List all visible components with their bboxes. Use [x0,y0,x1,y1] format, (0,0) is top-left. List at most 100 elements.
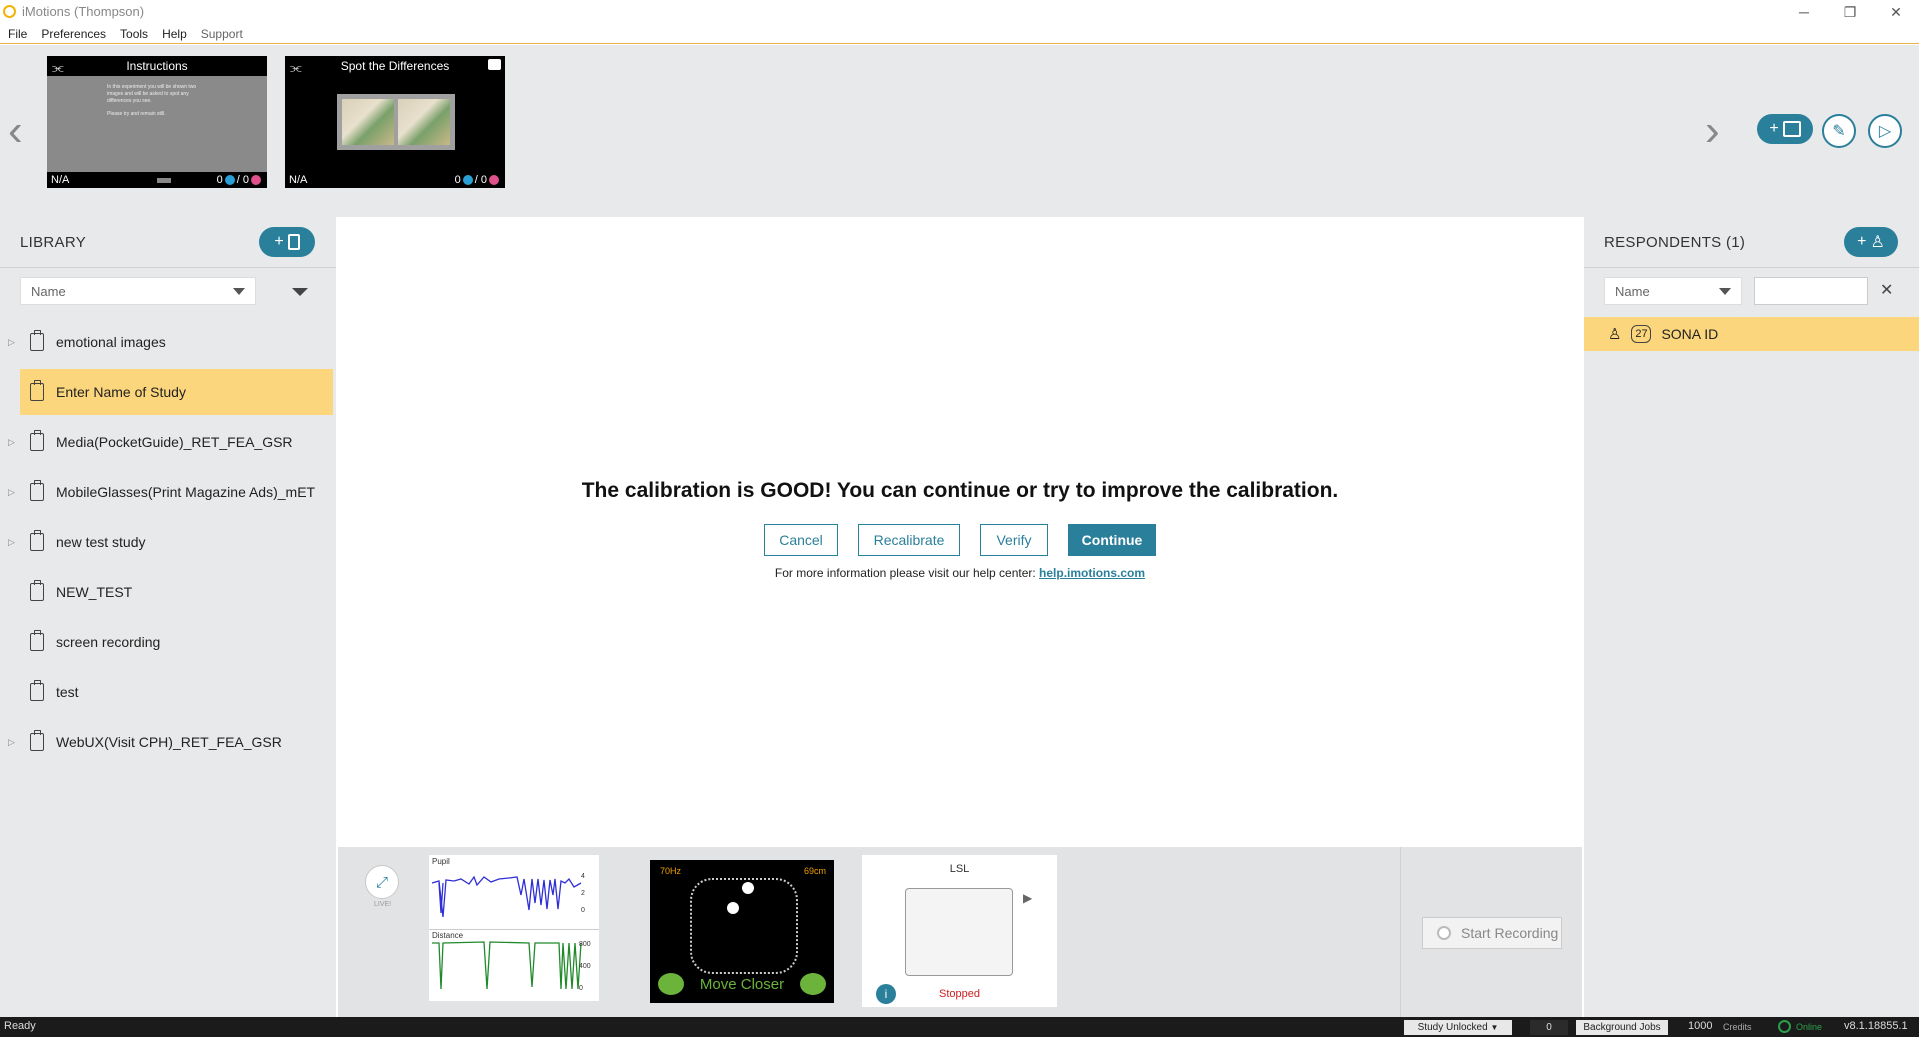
library-item[interactable]: ▷ MobileGlasses(Print Magazine Ads)_mET [8,469,333,515]
person-icon: ♙ [1870,234,1885,251]
respondent-search-input[interactable] [1754,277,1868,305]
clear-search-icon[interactable]: ✕ [1880,280,1893,300]
person-icon: ♙ [1608,326,1622,343]
plus-icon: + [1769,120,1779,137]
library-item[interactable]: ▷ Media(PocketGuide)_RET_FEA_GSR [8,419,333,465]
library-sort-select[interactable]: Name [20,277,256,305]
add-respondent-button[interactable]: + ♙ [1844,227,1898,257]
lsl-title: LSL [949,863,970,875]
expand-arrow-icon[interactable]: ▷ [8,537,15,548]
filter-dropdown-icon[interactable] [292,288,308,296]
count-a: 0 [454,174,461,186]
calibration-stage: The calibration is GOOD! You can continu… [338,217,1582,847]
online-label: Online [1796,1022,1823,1032]
sort-value: Name [31,283,66,299]
expand-arrow-icon[interactable]: ▷ [8,737,15,748]
differences-preview-image [337,94,455,150]
next-stimulus-arrow-icon[interactable]: › [1705,106,1720,156]
status-text: Ready [4,1020,36,1032]
stimulus-count: 0 / 0 [455,174,499,186]
distance-graph [432,941,582,990]
preview-line: differences you see. [107,98,152,104]
library-item[interactable]: NEW_TEST [20,569,333,615]
library-item-label: Media(PocketGuide)_RET_FEA_GSR [56,434,293,450]
film-icon [1782,121,1801,137]
sampling-rate: 70Hz [660,866,682,876]
previous-stimulus-arrow-icon[interactable]: ‹ [8,106,23,156]
stimulus-na: N/A [289,174,308,186]
clipboard-icon [30,480,44,501]
window-title: iMotions (Thompson) [22,4,145,19]
menu-support[interactable]: Support [201,27,243,41]
pupil-tick: 2 [581,890,585,897]
library-item-label: new test study [56,534,146,550]
restore-button[interactable]: ❐ [1827,0,1873,24]
library-item[interactable]: ▷ WebUX(Visit CPH)_RET_FEA_GSR [8,719,333,765]
preview-line: In this experiment you will be shown two [107,84,197,90]
add-study-button[interactable]: + [259,227,315,257]
live-label: LIVE! [374,901,392,908]
menu-help[interactable]: Help [162,27,187,41]
continue-button[interactable]: Continue [1068,524,1156,556]
close-button[interactable]: ✕ [1873,0,1919,24]
plus-icon: + [274,233,284,250]
library-item-label: NEW_TEST [56,584,133,600]
calibration-message: The calibration is GOOD! You can continu… [581,479,1339,502]
help-link[interactable]: help.imotions.com [1039,566,1145,580]
start-recording-button[interactable]: Start Recording [1422,917,1562,949]
menu-tools[interactable]: Tools [120,27,148,41]
distance-tick: 800 [579,941,591,948]
app-logo-icon [3,5,16,18]
minimize-button[interactable]: ─ [1781,0,1827,24]
stimulus-title: Instructions [126,59,188,73]
expand-arrow-icon[interactable]: ▷ [8,337,15,348]
head-distance: 69cm [803,866,826,876]
version-label: v8.1.18855.1 [1844,1020,1908,1032]
preview-line: images and will be asked to spot any [107,91,189,97]
clipboard-icon [30,630,44,651]
respondents-panel: RESPONDENTS (1) + ♙ Name ✕ ♙ 27 SONA ID [1584,217,1919,1017]
right-eye-marker [742,882,754,894]
count-b: / 0 [236,174,249,186]
stimulus-na: N/A [51,174,70,186]
pink-dot-icon [489,175,499,185]
lsl-card: LSL ▶ i Stopped [862,855,1057,1007]
lsl-play-icon[interactable]: ▶ [1023,891,1032,905]
sensor-panel: ⤢ LIVE! Pupil 4 2 0 Distance 800 400 0 7… [338,847,1582,1017]
respondent-sort-select[interactable]: Name [1604,277,1742,305]
library-item[interactable]: ▷ emotional images [8,319,333,365]
library-item[interactable]: test [20,669,333,715]
library-item[interactable]: ▷ new test study [8,519,333,565]
stimulus-thumbnail-spot-differences[interactable]: ⫘ Spot the Differences N/A 0 / 0 [285,56,505,188]
recalibrate-button[interactable]: Recalibrate [858,524,960,556]
track-box-view: 70Hz 69cm Move Closer [650,860,834,1003]
library-item[interactable]: screen recording [20,619,333,665]
play-study-button[interactable]: ▷ [1868,114,1902,148]
respondent-row[interactable]: ♙ 27 SONA ID [1584,317,1919,351]
verify-button[interactable]: Verify [980,524,1048,556]
expand-live-button[interactable]: ⤢ [365,865,399,899]
menu-preferences[interactable]: Preferences [41,27,106,41]
help-line: For more information please visit our he… [338,566,1582,580]
library-item-selected[interactable]: Enter Name of Study [20,369,333,415]
record-radio-icon [1437,926,1451,940]
preview-button-icon [157,178,171,183]
library-item-label: test [56,684,79,700]
library-item-label: emotional images [56,334,166,350]
study-lock-select[interactable]: Study Unlocked ▼ [1404,1020,1512,1035]
cancel-button[interactable]: Cancel [764,524,838,556]
edit-study-button[interactable]: ✎ [1822,114,1856,148]
stimulus-thumbnail-instructions[interactable]: ⫘ Instructions In this experiment you wi… [47,56,267,188]
background-jobs-button[interactable]: Background Jobs [1576,1020,1668,1035]
start-recording-label: Start Recording [1461,925,1559,941]
expand-arrow-icon[interactable]: ▷ [8,437,15,448]
left-eye-marker [727,902,739,914]
add-stimulus-button[interactable]: + [1757,114,1813,144]
menu-file[interactable]: File [8,27,27,41]
calibration-buttons: Cancel Recalibrate Verify Continue [338,524,1582,556]
clipboard-icon [30,530,44,551]
clipboard-icon [287,234,300,250]
preview-line: Please try and remain still. [107,111,166,117]
expand-arrow-icon[interactable]: ▷ [8,487,15,498]
library-title: LIBRARY [20,234,87,251]
